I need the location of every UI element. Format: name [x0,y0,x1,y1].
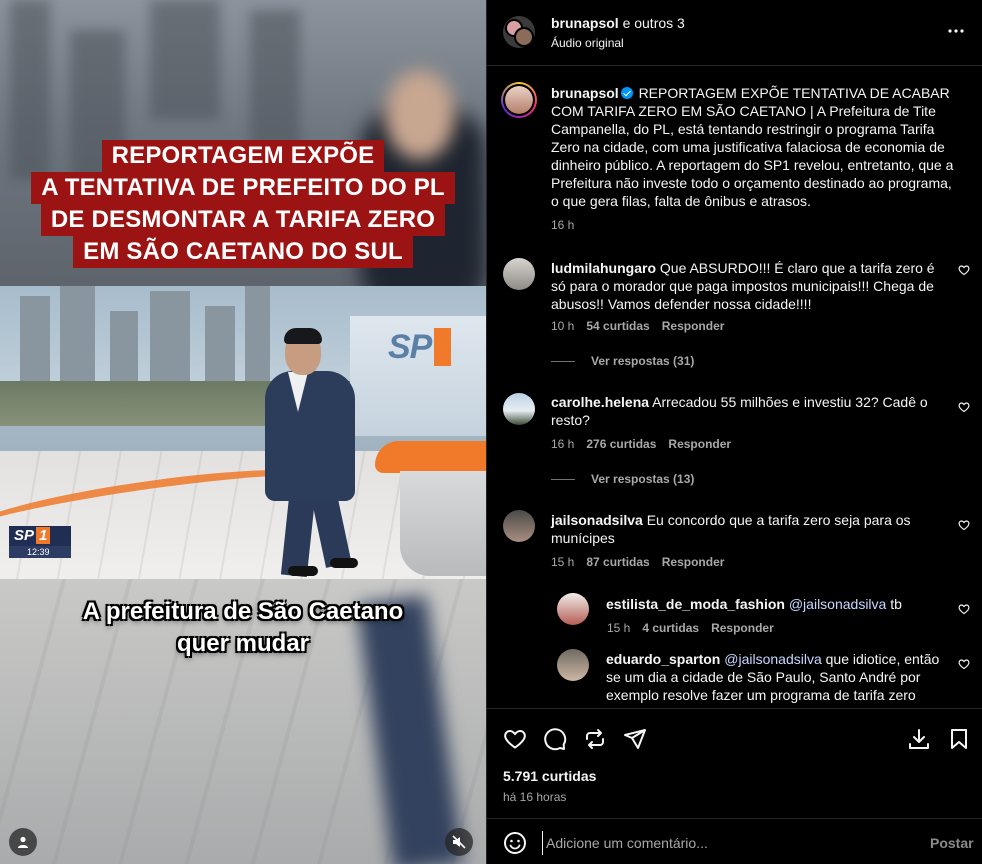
save-icon[interactable] [947,727,971,751]
comment-input[interactable] [542,831,902,855]
like-comment-icon[interactable] [958,603,970,615]
share-icon[interactable] [623,727,647,751]
reply-mention[interactable]: @jailsonadsilva [789,596,886,612]
like-comment-icon[interactable] [958,264,970,276]
reel-video[interactable]: REPORTAGEM EXPÕE A TENTATIVA DE PREFEITO… [0,0,486,864]
reply-avatar[interactable] [557,593,589,625]
comment-avatar[interactable] [503,393,535,425]
news-anchor [265,371,355,501]
post-comment-button[interactable]: Postar [930,835,974,851]
news-desk [375,441,486,576]
caption: brunapsol REPORTAGEM EXPÕE TENTATIVA DE … [551,84,955,210]
reply: eduardo_sparton @jailsonadsilva que idio… [606,650,946,708]
mute-button[interactable] [445,828,473,856]
comment-username[interactable]: carolhe.helena [551,394,649,410]
caption-time: 16 h [551,218,575,232]
reply: estilista_de_moda_fashion @jailsonadsilv… [606,595,946,613]
like-comment-icon[interactable] [958,401,970,413]
view-replies-button[interactable]: Ver respostas (31) [551,354,694,368]
caption-avatar[interactable] [503,84,535,116]
likes-count[interactable]: 5.791 curtidas [503,768,596,784]
comment: ludmilahungaro Que ABSURDO!!! É claro qu… [551,259,941,313]
video-subtitle: A prefeitura de São Caetano quer mudar [82,598,404,657]
reply-username[interactable]: eduardo_sparton [606,651,720,667]
reply-button[interactable]: Responder [711,621,774,635]
caption-text: REPORTAGEM EXPÕE TENTATIVA DE ACABAR COM… [551,85,954,209]
comment: jailsonadsilva Eu concordo que a tarifa … [551,511,941,547]
comment-likes[interactable]: 87 curtidas [586,555,649,569]
news-studio-frame: SP SP 1 12:39 [0,286,486,579]
sp1-badge: SP 1 12:39 [9,526,71,558]
muted-speaker-icon [452,835,466,849]
headline-line: REPORTAGEM EXPÕE [101,140,385,172]
comment: carolhe.helena Arrecadou 55 milhões e in… [551,393,941,429]
collab-text[interactable]: e outros 3 [623,15,685,31]
comment-composer: Postar [487,818,982,864]
caption-username[interactable]: brunapsol [551,85,619,101]
view-replies-button[interactable]: Ver respostas (13) [551,472,694,486]
badge-time: 12:39 [9,546,71,558]
headline-line: DE DESMONTAR A TARIFA ZERO [40,204,446,236]
reply-button[interactable]: Responder [668,437,731,451]
comment-avatar[interactable] [503,510,535,542]
like-comment-icon[interactable] [958,658,970,670]
caption-meta: 16 h [551,218,574,232]
reply-avatar[interactable] [557,649,589,681]
video-headline: REPORTAGEM EXPÕE A TENTATIVA DE PREFEITO… [0,140,486,268]
user-icon [18,836,28,848]
comment-meta: 10 h 54 curtidas Responder [551,319,725,333]
comment-likes[interactable]: 54 curtidas [586,319,649,333]
emoji-icon[interactable] [503,831,527,855]
comment-avatar[interactable] [503,258,535,290]
comment-icon[interactable] [543,727,567,751]
collab-avatars[interactable] [503,16,535,48]
reply-username[interactable]: estilista_de_moda_fashion [606,596,785,612]
verified-icon [620,87,633,99]
comment-meta: 16 h 276 curtidas Responder [551,437,732,451]
comments-scroll-area[interactable]: brunapsol REPORTAGEM EXPÕE TENTATIVA DE … [487,66,982,708]
tagged-users-button[interactable] [9,828,37,856]
post-header: brunapsol e outros 3 Áudio original [487,0,982,66]
comment-meta: 15 h 87 curtidas Responder [551,555,725,569]
more-options-button[interactable] [947,22,965,45]
download-icon[interactable] [907,727,931,751]
audio-label[interactable]: Áudio original [551,36,624,50]
reply-meta: 15 h 4 curtidas Responder [607,621,774,635]
reply-likes[interactable]: 4 curtidas [642,621,699,635]
headline-line: A TENTATIVA DE PREFEITO DO PL [31,172,455,204]
like-comment-icon[interactable] [958,519,970,531]
post-time: há 16 horas [503,790,567,804]
studio-logo: SP [388,328,451,367]
headline-line: EM SÃO CAETANO DO SUL [73,236,413,268]
comment-username[interactable]: jailsonadsilva [551,512,643,528]
reply-button[interactable]: Responder [662,555,725,569]
reply-mention[interactable]: @jailsonadsilva [724,651,821,667]
app-root: REPORTAGEM EXPÕE A TENTATIVA DE PREFEITO… [0,0,982,864]
like-icon[interactable] [503,727,527,751]
post-actions: 5.791 curtidas há 16 horas [487,708,982,818]
header-username[interactable]: brunapsol [551,15,619,31]
more-icon [948,29,964,33]
post-side-panel: brunapsol e outros 3 Áudio original brun… [486,0,982,864]
comment-username[interactable]: ludmilahungaro [551,260,656,276]
repost-icon[interactable] [583,727,607,751]
reply-button[interactable]: Responder [662,319,725,333]
comment-likes[interactable]: 276 curtidas [586,437,656,451]
reply-text: tb [890,596,902,612]
header-title: brunapsol e outros 3 [551,15,685,31]
